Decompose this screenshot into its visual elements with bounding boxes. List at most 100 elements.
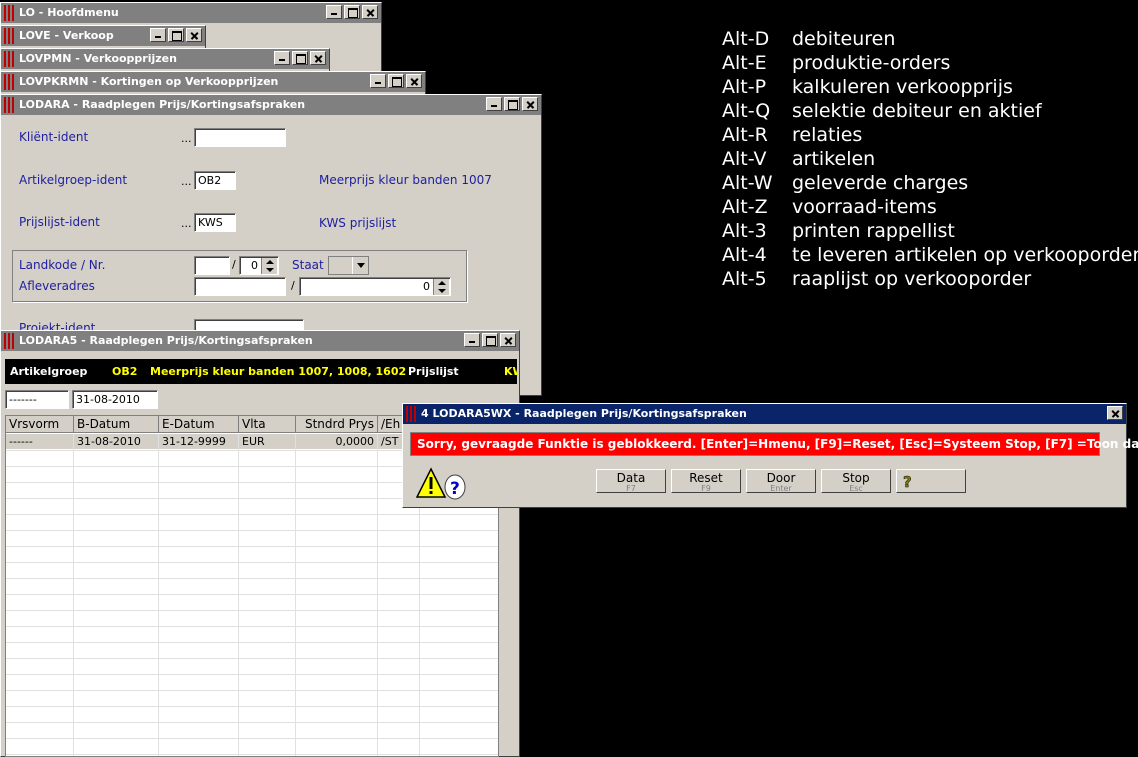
minimize-icon[interactable] bbox=[150, 28, 166, 42]
app-icon bbox=[4, 333, 15, 349]
klient-input[interactable] bbox=[194, 128, 286, 147]
artgroep-dots: ... bbox=[181, 175, 192, 188]
afleveradres-input[interactable] bbox=[194, 277, 286, 296]
close-icon[interactable] bbox=[522, 97, 538, 111]
landkode-input[interactable] bbox=[194, 256, 230, 275]
window-title: LODARA5 - Raadplegen Prijs/Kortingsafspr… bbox=[19, 334, 313, 347]
cell-prys: 0,0000 bbox=[296, 434, 378, 449]
shortcut-key: Alt-E bbox=[722, 52, 767, 74]
app-icon bbox=[406, 406, 417, 422]
filter-vrsvorm-input[interactable]: ------- bbox=[5, 390, 69, 409]
close-icon[interactable] bbox=[186, 28, 202, 42]
shortcut-desc: geleverde charges bbox=[792, 172, 969, 194]
landkode-label: Landkode / Nr. bbox=[19, 258, 106, 272]
titlebar[interactable]: LOVPMN - Verkoopprijzen bbox=[1, 49, 329, 69]
cell-bdatum: 31-08-2010 bbox=[74, 434, 159, 449]
door-button-key: Enter bbox=[770, 484, 792, 493]
reset-button[interactable]: Reset F9 bbox=[671, 469, 741, 493]
svg-text:?: ? bbox=[903, 473, 912, 490]
shortcut-key: Alt-W bbox=[722, 172, 773, 194]
hdr-prijslijst-val: KWS bbox=[504, 365, 517, 378]
staat-label: Staat bbox=[292, 258, 324, 272]
grid-row-line bbox=[6, 738, 498, 739]
landkode-slash: / bbox=[232, 258, 236, 271]
shortcut-desc: debiteuren bbox=[792, 28, 896, 50]
artgroep-input[interactable]: OB2 bbox=[194, 171, 236, 190]
selection-header: Artikelgroep OB2 Meerprijs kleur banden … bbox=[5, 359, 517, 384]
afl-nr-value: 0 bbox=[423, 280, 430, 293]
minimize-icon[interactable] bbox=[274, 51, 290, 65]
close-icon[interactable] bbox=[310, 51, 326, 65]
prijslijst-label: Prijslijst-ident bbox=[19, 215, 100, 229]
close-icon[interactable] bbox=[406, 74, 422, 88]
error-message: Sorry, gevraagde Funktie is geblokkeerd.… bbox=[410, 432, 1138, 456]
window-title: LOVPMN - Verkoopprijzen bbox=[19, 52, 177, 65]
app-icon bbox=[4, 5, 15, 21]
chevron-down-icon[interactable] bbox=[352, 257, 368, 274]
titlebar[interactable]: LO - Hoofdmenu bbox=[1, 3, 381, 23]
minimize-icon[interactable] bbox=[486, 97, 502, 111]
afleveradres-slash: / bbox=[291, 279, 295, 292]
column-header[interactable]: Stndrd Prys bbox=[296, 416, 378, 433]
window-lodara5: LODARA5 - Raadplegen Prijs/Kortingsafspr… bbox=[0, 330, 520, 757]
data-button-label: Data bbox=[616, 471, 646, 485]
filter-date-input[interactable]: 31-08-2010 bbox=[72, 390, 158, 409]
shortcut-key: Alt-Z bbox=[722, 196, 768, 218]
shortcut-desc: printen rappellist bbox=[792, 220, 955, 242]
data-button[interactable]: Data F7 bbox=[596, 469, 666, 493]
titlebar[interactable]: LOVPKRMN - Kortingen op Verkoopprijzen bbox=[1, 72, 425, 92]
spinner-icon[interactable] bbox=[261, 258, 277, 274]
shortcut-key: Alt-3 bbox=[722, 220, 767, 242]
titlebar[interactable]: LODARA5 - Raadplegen Prijs/Kortingsafspr… bbox=[1, 331, 519, 351]
minimize-icon[interactable] bbox=[370, 74, 386, 88]
shortcut-key: Alt-V bbox=[722, 148, 767, 170]
hdr-desc: Meerprijs kleur banden 1007, 1008, 1602 bbox=[150, 365, 407, 378]
column-header[interactable]: Vlta bbox=[239, 416, 296, 433]
svg-text:?: ? bbox=[450, 479, 460, 499]
maximize-icon[interactable] bbox=[168, 28, 184, 42]
grid-col-line bbox=[295, 449, 296, 756]
close-icon[interactable] bbox=[362, 5, 378, 19]
maximize-icon[interactable] bbox=[504, 97, 520, 111]
maximize-icon[interactable] bbox=[482, 333, 498, 347]
prijslijst-input[interactable]: KWS bbox=[194, 213, 236, 232]
window-title: LODARA - Raadplegen Prijs/Kortingsafspra… bbox=[19, 98, 306, 111]
stop-button[interactable]: Stop Esc bbox=[821, 469, 891, 493]
maximize-icon[interactable] bbox=[292, 51, 308, 65]
maximize-icon[interactable] bbox=[388, 74, 404, 88]
titlebar[interactable]: LODARA - Raadplegen Prijs/Kortingsafspra… bbox=[1, 95, 541, 115]
door-button[interactable]: Door Enter bbox=[746, 469, 816, 493]
artgroep-label: Artikelgroep-ident bbox=[19, 173, 128, 187]
close-icon[interactable] bbox=[1107, 406, 1123, 420]
spinner-icon[interactable] bbox=[433, 279, 449, 295]
grid-row-line bbox=[6, 754, 498, 755]
close-icon[interactable] bbox=[500, 333, 516, 347]
hdr-code: OB2 bbox=[112, 365, 138, 378]
column-header[interactable]: E-Datum bbox=[159, 416, 239, 433]
grid-row-line bbox=[6, 610, 498, 611]
hdr-prijslijst: Prijslijst bbox=[408, 365, 459, 378]
nr-input[interactable]: 0 bbox=[239, 256, 279, 275]
cell-edatum: 31-12-9999 bbox=[159, 434, 239, 449]
minimize-icon[interactable] bbox=[464, 333, 480, 347]
minimize-icon[interactable] bbox=[326, 5, 342, 19]
shortcut-key: Alt-R bbox=[722, 124, 768, 146]
titlebar[interactable]: LOVE - Verkoop bbox=[1, 26, 205, 46]
staat-select[interactable] bbox=[328, 256, 369, 275]
titlebar[interactable]: 4 LODARA5WX - Raadplegen Prijs/Kortingsa… bbox=[403, 404, 1126, 424]
shortcut-desc: produktie-orders bbox=[792, 52, 951, 74]
grid-row-line bbox=[6, 578, 498, 579]
column-header[interactable]: B-Datum bbox=[74, 416, 159, 433]
hdr-artikelgroep: Artikelgroep bbox=[10, 365, 88, 378]
grid-row-line bbox=[6, 690, 498, 691]
help-button[interactable]: ? bbox=[896, 469, 966, 493]
klient-dots: ... bbox=[181, 132, 192, 145]
reset-button-key: F9 bbox=[701, 484, 711, 493]
afl-nr-input[interactable]: 0 bbox=[299, 277, 451, 296]
shortcut-desc: artikelen bbox=[792, 148, 876, 170]
maximize-icon[interactable] bbox=[344, 5, 360, 19]
column-header[interactable]: Vrsvorm bbox=[6, 416, 74, 433]
afleveradres-label: Afleveradres bbox=[19, 279, 95, 293]
window-title: LO - Hoofdmenu bbox=[19, 6, 119, 19]
warning-icon: ? bbox=[415, 467, 466, 500]
